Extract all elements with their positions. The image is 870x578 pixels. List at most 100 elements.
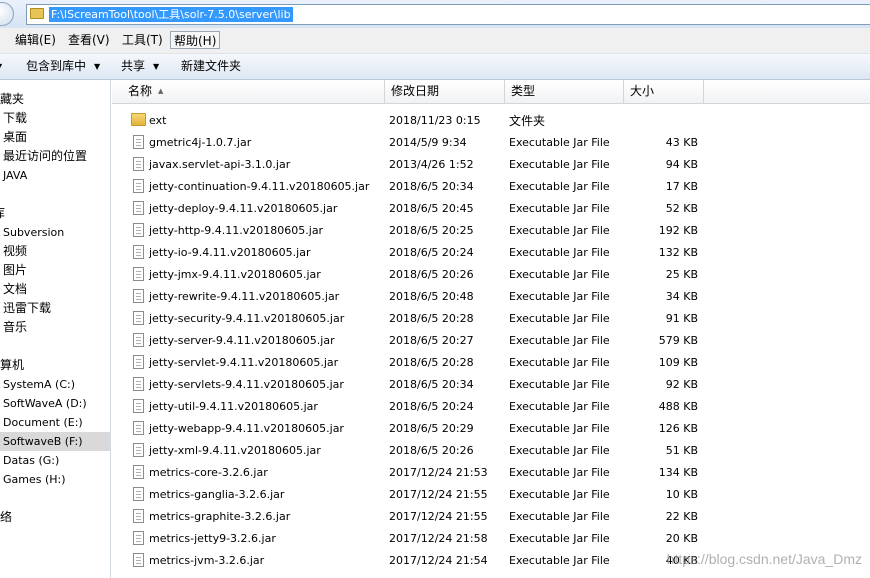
- file-name: ext: [149, 114, 167, 127]
- file-name: jetty-xml-9.4.11.v20180605.jar: [149, 444, 321, 457]
- file-name: jetty-rewrite-9.4.11.v20180605.jar: [149, 290, 340, 303]
- menu-view[interactable]: 查看(V): [66, 31, 112, 49]
- nav-java[interactable]: JAVA: [3, 166, 110, 185]
- nav-drive-g[interactable]: Datas (G:): [3, 451, 110, 470]
- column-size[interactable]: 大小: [624, 80, 704, 103]
- nav-documents[interactable]: 文档: [3, 280, 110, 299]
- file-row[interactable]: jetty-http-9.4.11.v20180605.jar 2018/6/5 …: [112, 220, 870, 242]
- file-type: Executable Jar File: [509, 422, 610, 435]
- file-row[interactable]: metrics-jetty9-3.2.6.jar 2017/12/24 21:58…: [112, 528, 870, 550]
- file-date-modified: 2017/12/24 21:54: [389, 554, 488, 567]
- file-row[interactable]: jetty-io-9.4.11.v20180605.jar 2018/6/5 20…: [112, 242, 870, 264]
- file-date-modified: 2017/12/24 21:53: [389, 466, 488, 479]
- file-type: Executable Jar File: [509, 246, 610, 259]
- file-name: jetty-continuation-9.4.11.v20180605.jar: [149, 180, 370, 193]
- file-name: metrics-ganglia-3.2.6.jar: [149, 488, 285, 501]
- file-date-modified: 2018/6/5 20:24: [389, 246, 474, 259]
- jar-file-icon: [133, 377, 144, 391]
- file-size: 579 KB: [658, 334, 698, 347]
- file-type: Executable Jar File: [509, 378, 610, 391]
- nav-downloads[interactable]: 下载: [3, 109, 110, 128]
- nav-recent-places[interactable]: 最近访问的位置: [3, 147, 110, 166]
- file-name: jetty-server-9.4.11.v20180605.jar: [149, 334, 335, 347]
- nav-libraries[interactable]: 库: [0, 204, 103, 223]
- file-date-modified: 2018/6/5 20:27: [389, 334, 474, 347]
- file-row[interactable]: metrics-ganglia-3.2.6.jar 2017/12/24 21:5…: [112, 484, 870, 506]
- file-type: Executable Jar File: [509, 312, 610, 325]
- file-name: jetty-webapp-9.4.11.v20180605.jar: [149, 422, 344, 435]
- nav-favorites[interactable]: 收藏夹: [0, 90, 98, 109]
- file-row[interactable]: jetty-webapp-9.4.11.v20180605.jar 2018/6/…: [112, 418, 870, 440]
- jar-file-icon: [133, 487, 144, 501]
- column-date-modified[interactable]: 修改日期: [385, 80, 505, 103]
- file-row[interactable]: metrics-graphite-3.2.6.jar 2017/12/24 21:…: [112, 506, 870, 528]
- column-name[interactable]: 名称 ▲: [122, 80, 385, 103]
- file-row[interactable]: jetty-util-9.4.11.v20180605.jar 2018/6/5 …: [112, 396, 870, 418]
- chevron-down-icon[interactable]: ▼: [0, 58, 2, 75]
- file-type: Executable Jar File: [509, 202, 610, 215]
- menu-help[interactable]: 帮助(H): [170, 31, 221, 49]
- file-list: ext 2018/11/23 0:15 文件夹 gmetric4j-1.0.7.jar…: [112, 110, 870, 578]
- include-in-library-button[interactable]: 包含到库中 ▼: [26, 58, 100, 75]
- jar-file-icon: [133, 333, 144, 347]
- address-input[interactable]: F:\IScreamTool\tool\工具\solr-7.5.0\server…: [26, 4, 870, 25]
- file-type: Executable Jar File: [509, 466, 610, 479]
- file-row[interactable]: jetty-security-9.4.11.v20180605.jar 2018/…: [112, 308, 870, 330]
- file-size: 109 KB: [658, 356, 698, 369]
- file-size: 132 KB: [658, 246, 698, 259]
- file-type: Executable Jar File: [509, 136, 610, 149]
- nav-computer[interactable]: 计算机: [0, 356, 98, 375]
- file-row[interactable]: jetty-continuation-9.4.11.v20180605.jar 2…: [112, 176, 870, 198]
- file-size: 134 KB: [658, 466, 698, 479]
- file-row[interactable]: ext 2018/11/23 0:15 文件夹: [112, 110, 870, 132]
- file-size: 94 KB: [665, 158, 698, 171]
- nav-subversion[interactable]: Subversion: [3, 223, 110, 242]
- file-size: 192 KB: [658, 224, 698, 237]
- nav-drive-e[interactable]: Document (E:): [3, 413, 110, 432]
- nav-desktop[interactable]: 桌面: [3, 128, 110, 147]
- jar-file-icon: [133, 157, 144, 171]
- file-row[interactable]: metrics-core-3.2.6.jar 2017/12/24 21:53 Ex…: [112, 462, 870, 484]
- nav-music[interactable]: 音乐: [3, 318, 110, 337]
- file-row[interactable]: javax.servlet-api-3.1.0.jar 2013/4/26 1:5…: [112, 154, 870, 176]
- jar-file-icon: [133, 223, 144, 237]
- file-row[interactable]: jetty-deploy-9.4.11.v20180605.jar 2018/6/…: [112, 198, 870, 220]
- file-date-modified: 2018/6/5 20:48: [389, 290, 474, 303]
- file-row[interactable]: jetty-server-9.4.11.v20180605.jar 2018/6/…: [112, 330, 870, 352]
- share-button[interactable]: 共享 ▼: [121, 58, 159, 75]
- file-row[interactable]: jetty-servlets-9.4.11.v20180605.jar 2018/…: [112, 374, 870, 396]
- nav-videos[interactable]: 视频: [3, 242, 110, 261]
- file-size: 25 KB: [665, 268, 698, 281]
- nav-drive-c[interactable]: SystemA (C:): [3, 375, 110, 394]
- column-name-label: 名称: [128, 84, 153, 98]
- file-size: 10 KB: [665, 488, 698, 501]
- file-row[interactable]: gmetric4j-1.0.7.jar 2014/5/9 9:34 Executab…: [112, 132, 870, 154]
- jar-file-icon: [133, 531, 144, 545]
- jar-file-icon: [133, 289, 144, 303]
- file-type: Executable Jar File: [509, 510, 610, 523]
- file-type: Executable Jar File: [509, 290, 610, 303]
- nav-drive-f[interactable]: SoftwaveB (F:): [0, 432, 110, 451]
- file-date-modified: 2018/6/5 20:29: [389, 422, 474, 435]
- nav-pictures[interactable]: 图片: [3, 261, 110, 280]
- jar-file-icon: [133, 465, 144, 479]
- nav-drive-h[interactable]: Games (H:): [3, 470, 110, 489]
- back-button[interactable]: [0, 2, 14, 26]
- file-date-modified: 2017/12/24 21:58: [389, 532, 488, 545]
- nav-thunder-downloads[interactable]: 迅雷下载: [3, 299, 110, 318]
- nav-drive-d[interactable]: SoftWaveA (D:): [3, 394, 110, 413]
- jar-file-icon: [133, 509, 144, 523]
- file-row[interactable]: jetty-servlet-9.4.11.v20180605.jar 2018/6…: [112, 352, 870, 374]
- new-folder-button[interactable]: 新建文件夹: [181, 58, 241, 75]
- nav-network[interactable]: 网络: [0, 508, 98, 527]
- file-row[interactable]: jetty-xml-9.4.11.v20180605.jar 2018/6/5 2…: [112, 440, 870, 462]
- navigation-pane: 收藏夹 下载 桌面 最近访问的位置 JAVA 库 Subversion 视频 图…: [0, 80, 111, 578]
- file-date-modified: 2014/5/9 9:34: [389, 136, 467, 149]
- address-path[interactable]: F:\IScreamTool\tool\工具\solr-7.5.0\server…: [49, 7, 293, 22]
- menu-tools[interactable]: 工具(T): [120, 31, 165, 49]
- column-type[interactable]: 类型: [505, 80, 624, 103]
- menu-edit[interactable]: 编辑(E): [13, 31, 58, 49]
- file-row[interactable]: jetty-rewrite-9.4.11.v20180605.jar 2018/6…: [112, 286, 870, 308]
- file-size: 20 KB: [665, 532, 698, 545]
- file-row[interactable]: jetty-jmx-9.4.11.v20180605.jar 2018/6/5 2…: [112, 264, 870, 286]
